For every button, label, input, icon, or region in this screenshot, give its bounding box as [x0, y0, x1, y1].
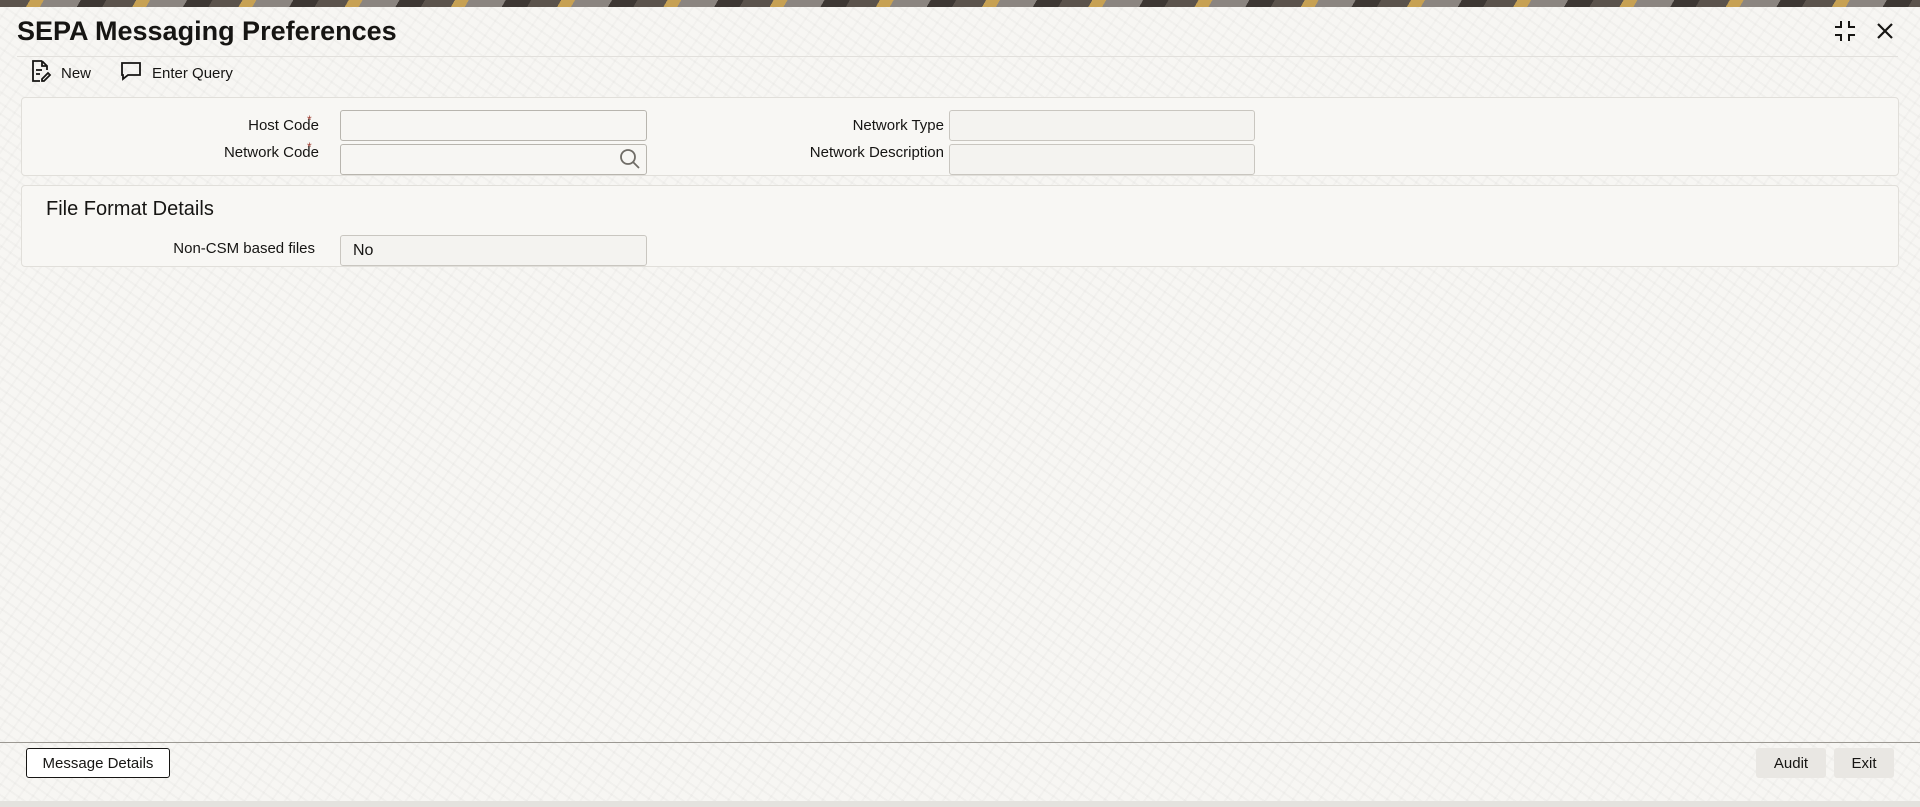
audit-button[interactable]: Audit — [1756, 748, 1826, 778]
collapse-icon[interactable] — [1832, 18, 1858, 44]
enter-query-label: Enter Query — [152, 64, 233, 82]
exit-button[interactable]: Exit — [1834, 748, 1894, 778]
window-controls — [1832, 18, 1898, 44]
page-title: SEPA Messaging Preferences — [17, 16, 397, 46]
non-csm-label: Non-CSM based files — [173, 240, 315, 257]
network-type-field[interactable] — [949, 110, 1255, 141]
footer-divider — [0, 742, 1920, 743]
file-format-panel: File Format Details Non-CSM based files — [21, 185, 1899, 267]
non-csm-field[interactable] — [340, 235, 647, 266]
host-code-label: Host Code — [248, 117, 319, 134]
network-code-required-marker: * — [307, 140, 312, 154]
host-code-input[interactable] — [340, 110, 647, 141]
network-description-label: Network Description — [809, 144, 944, 161]
search-icon[interactable] — [617, 146, 643, 172]
file-format-section-title: File Format Details — [46, 198, 214, 220]
message-bubble-icon — [119, 59, 143, 87]
network-code-input[interactable] — [340, 144, 647, 175]
network-code-label: Network Code — [223, 144, 319, 161]
close-icon[interactable] — [1872, 18, 1898, 44]
new-button[interactable]: New — [28, 59, 91, 87]
title-divider — [17, 56, 1898, 57]
network-type-label: Network Type — [852, 117, 944, 134]
decorative-header-band — [0, 0, 1920, 7]
new-button-label: New — [61, 64, 92, 82]
header-form-panel: Host Code * Network Code * Network Type … — [21, 97, 1899, 176]
toolbar: New Enter Query — [28, 60, 233, 86]
enter-query-button[interactable]: Enter Query — [119, 59, 233, 87]
message-details-button[interactable]: Message Details — [26, 748, 170, 778]
host-code-required-marker: * — [307, 113, 312, 127]
bottom-bar — [0, 801, 1920, 807]
new-document-icon — [28, 59, 52, 87]
network-description-field[interactable] — [949, 144, 1255, 175]
